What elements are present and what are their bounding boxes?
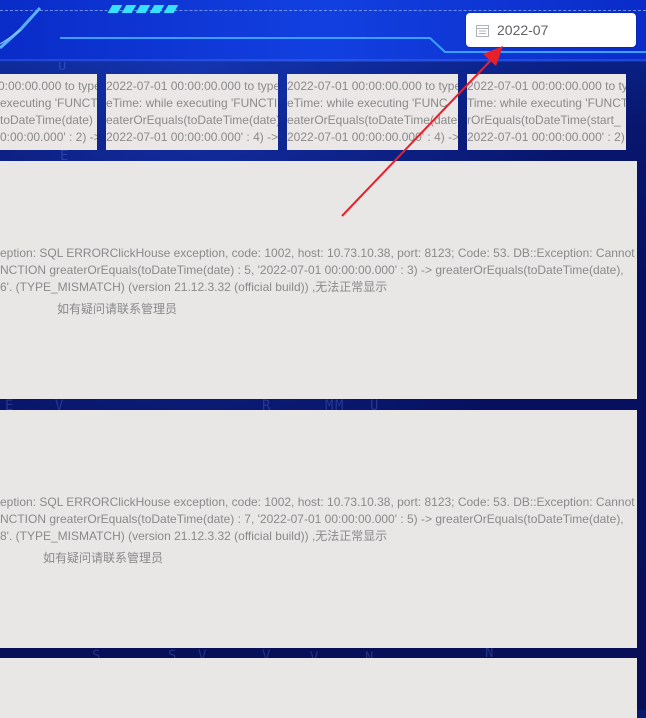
error-message-line: NCTION greaterOrEquals(toDateTime(date) … [0, 263, 624, 277]
error-tile-line: 2022-07-01 00:00:00.000 to type [287, 79, 458, 93]
error-message-line: eption: SQL ERRORClickHouse exception, c… [0, 246, 635, 260]
error-tile-line: eTime: while executing 'FUNC [287, 96, 448, 110]
error-message-line: eption: SQL ERRORClickHouse exception, c… [0, 495, 635, 509]
error-panel: eption: SQL ERRORClickHouse exception, c… [0, 161, 637, 399]
error-tile-line: Time: while executing 'FUNCTI [467, 96, 626, 110]
error-message-line: 8'. (TYPE_MISMATCH) (version 21.12.3.32 … [0, 529, 388, 543]
error-tile-line: 2022-07-01 00:00:00.000' : 4) -> [106, 130, 278, 144]
error-tile: 0:00:00.000 to type executing 'FUNCTI to… [0, 74, 97, 150]
error-panel [0, 658, 637, 718]
error-tile-line: rOrEquals(toDateTime(start_ [467, 113, 621, 127]
month-picker[interactable]: 2022-07 [466, 13, 636, 47]
error-tile-line: 0:00:00.000' : 2) -> [0, 130, 97, 144]
error-panel: eption: SQL ERRORClickHouse exception, c… [0, 410, 637, 648]
error-tile-line: eaterOrEquals(toDateTime(date) [106, 113, 278, 127]
error-tile-line: executing 'FUNCTI [0, 96, 97, 110]
contact-admin-note: 如有疑问请联系管理员 [57, 302, 178, 316]
error-tile-line: 2022-07-01 00:00:00.000' : 2) [467, 130, 625, 144]
month-picker-value: 2022-07 [497, 22, 549, 38]
error-tile: 2022-07-01 00:00:00.000 to typ Time: whi… [467, 74, 626, 150]
error-tile-line: 2022-07-01 00:00:00.000 to type [106, 79, 278, 93]
contact-admin-note: 如有疑问请联系管理员 [43, 551, 164, 565]
error-tile-line: eTime: while executing 'FUNCTI [106, 96, 278, 110]
error-tile-line: eaterOrEquals(toDateTime(date) [287, 113, 458, 127]
error-tile: 2022-07-01 00:00:00.000 to type eTime: w… [106, 74, 278, 150]
error-tile-line: 2022-07-01 00:00:00.000 to typ [467, 79, 626, 93]
error-tile-line: 0:00:00.000 to type [0, 79, 97, 93]
error-tile-line: 2022-07-01 00:00:00.000' : 4) -> [287, 130, 458, 144]
error-message-line: NCTION greaterOrEquals(toDateTime(date) … [0, 512, 624, 526]
error-tile: 2022-07-01 00:00:00.000 to type eTime: w… [287, 74, 458, 150]
error-tile-line: toDateTime(date) [0, 113, 93, 127]
error-message-line: 6'. (TYPE_MISMATCH) (version 21.12.3.32 … [0, 280, 388, 294]
calendar-icon [476, 24, 489, 37]
